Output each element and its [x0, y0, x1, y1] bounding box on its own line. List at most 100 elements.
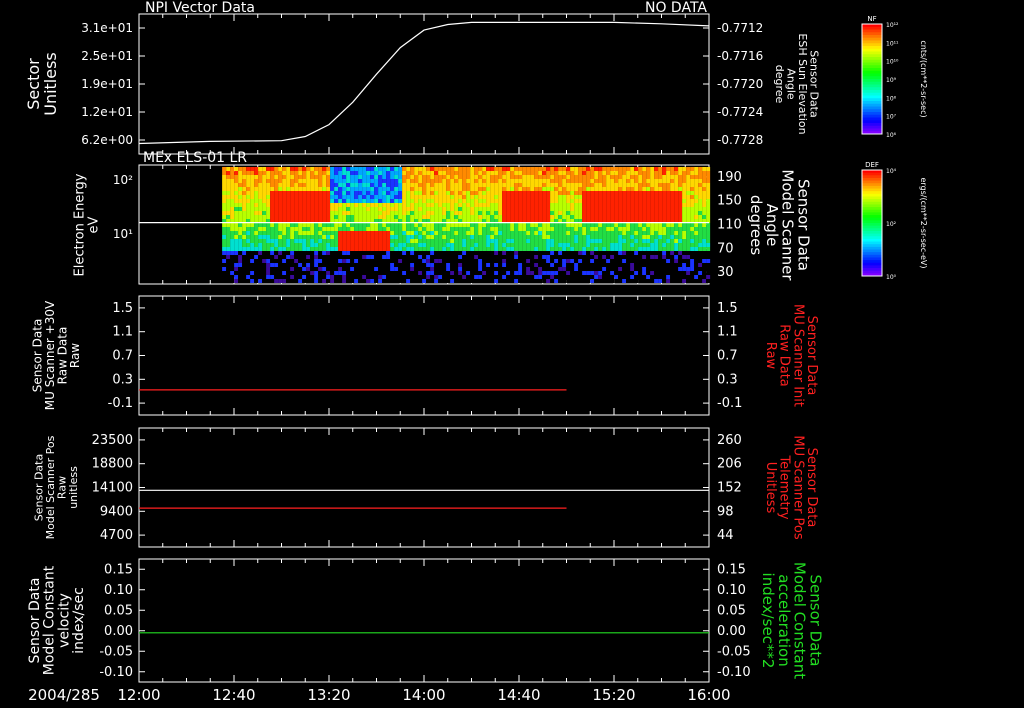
spectrogram-cell	[366, 271, 371, 275]
spectrogram-cell	[646, 243, 651, 247]
spectrogram-cell	[322, 211, 327, 215]
spectrogram-cell	[614, 271, 619, 275]
spectrogram-cell	[542, 255, 547, 259]
spectrogram-cell	[390, 251, 395, 255]
spectrogram-cell	[538, 243, 543, 247]
spectrogram-cell	[346, 279, 351, 283]
spectrogram-cell	[262, 279, 267, 283]
spectrogram-cell	[534, 191, 539, 195]
spectrogram-cell	[334, 195, 339, 199]
spectrogram-cell	[618, 191, 623, 195]
spectrogram-cell	[606, 247, 611, 251]
spectrogram-cell	[466, 247, 471, 251]
spectrogram-cell	[706, 235, 711, 239]
spectrogram-cell	[534, 251, 539, 255]
spectrogram-cell	[542, 199, 547, 203]
spectrogram-cell	[678, 215, 683, 219]
spectrogram-cell	[602, 179, 607, 183]
spectrogram-cell	[238, 203, 243, 207]
spectrogram-cell	[570, 195, 575, 199]
spectrogram-cell	[506, 167, 511, 171]
spectrogram-cell	[590, 271, 595, 275]
spectrogram-cell	[370, 279, 375, 283]
right-tick-label: 152	[717, 481, 742, 496]
spectrogram-cell	[574, 167, 579, 171]
spectrogram-cell	[234, 231, 239, 235]
spectrogram-cell	[550, 179, 555, 183]
spectrogram-cell	[594, 235, 599, 239]
spectrogram-cell	[570, 171, 575, 175]
spectrogram-cell	[666, 231, 671, 235]
spectrogram-cell	[254, 227, 259, 231]
spectrogram-cell	[250, 243, 255, 247]
spectrogram-cell	[618, 267, 623, 271]
spectrogram-cell	[462, 179, 467, 183]
spectrogram-cell	[470, 255, 475, 259]
spectrogram-cell	[430, 211, 435, 215]
spectrogram-cell	[402, 267, 407, 271]
spectrogram-cell	[414, 235, 419, 239]
spectrogram-cell	[386, 275, 391, 279]
spectrogram-cell	[470, 247, 475, 251]
spectrogram-cell	[226, 195, 231, 199]
spectrogram-cell	[286, 271, 291, 275]
spectrogram-cell	[646, 223, 651, 227]
spectrogram-cell	[542, 239, 547, 243]
spectrogram-cell	[310, 227, 315, 231]
spectrogram-cell	[290, 203, 295, 207]
spectrogram-cell	[690, 243, 695, 247]
spectrogram-cell	[610, 199, 615, 203]
spectrogram-cell	[506, 191, 511, 195]
panel-2-right-ylabel: Sensor DataModel ScannerAngledegrees	[747, 169, 812, 281]
spectrogram-cell	[678, 231, 683, 235]
spectrogram-cell	[326, 211, 331, 215]
spectrogram-cell	[650, 175, 655, 179]
spectrogram-cell	[518, 199, 523, 203]
spectrogram-cell	[602, 243, 607, 247]
spectrogram-cell	[594, 259, 599, 263]
spectrogram-cell	[430, 247, 435, 251]
spectrogram-cell	[426, 223, 431, 227]
spectrogram-cell	[426, 175, 431, 179]
spectrogram-cell	[334, 215, 339, 219]
spectrogram-cell	[422, 279, 427, 283]
spectrogram-cell	[306, 259, 311, 263]
spectrogram-cell	[326, 255, 331, 259]
spectrogram-cell	[414, 211, 419, 215]
spectrogram-cell	[302, 171, 307, 175]
spectrogram-cell	[538, 239, 543, 243]
spectrogram-cell	[458, 215, 463, 219]
spectrogram-cell	[590, 243, 595, 247]
spectrogram-cell	[342, 171, 347, 175]
spectrogram-cell	[406, 179, 411, 183]
spectrogram-cell	[538, 227, 543, 231]
spectrogram-cell	[226, 199, 231, 203]
spectrogram-cell	[250, 227, 255, 231]
spectrogram-cell	[298, 199, 303, 203]
spectrogram-cell	[514, 259, 519, 263]
spectrogram-cell	[606, 203, 611, 207]
spectrogram-cell	[658, 279, 663, 283]
spectrogram-cell	[250, 191, 255, 195]
spectrogram-cell	[230, 187, 235, 191]
spectrogram-cell	[586, 175, 591, 179]
spectrogram-cell	[298, 227, 303, 231]
spectrogram-cell	[558, 167, 563, 171]
spectrogram-cell	[258, 203, 263, 207]
spectrogram-cell	[270, 243, 275, 247]
spectrogram-cell	[406, 267, 411, 271]
spectrogram-cell	[686, 203, 691, 207]
spectrogram-cell	[550, 223, 555, 227]
spectrogram-cell	[278, 211, 283, 215]
spectrogram-cell	[422, 227, 427, 231]
spectrogram-cell	[310, 263, 315, 267]
spectrogram-cell	[462, 271, 467, 275]
spectrogram-cell	[446, 259, 451, 263]
spectrogram-cell	[442, 239, 447, 243]
spectrogram-cell	[642, 179, 647, 183]
spectrogram-cell	[558, 203, 563, 207]
spectrogram-cell	[382, 223, 387, 227]
spectrogram-cell	[694, 271, 699, 275]
spectrogram-cell	[586, 271, 591, 275]
spectrogram-cell	[626, 251, 631, 255]
